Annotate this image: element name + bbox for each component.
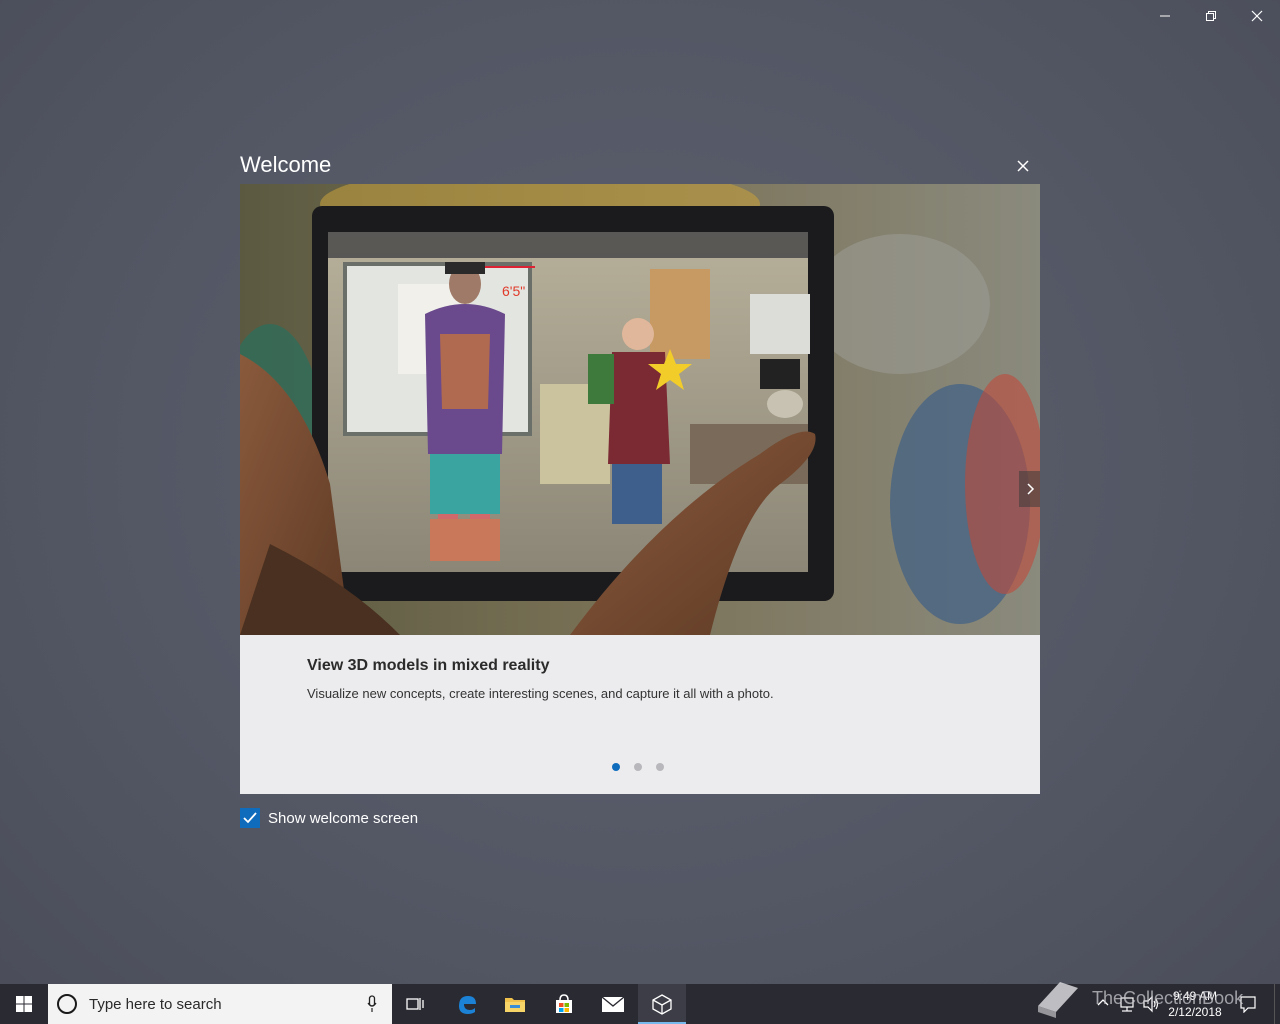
chevron-right-icon xyxy=(1026,483,1034,495)
minimize-button[interactable] xyxy=(1142,0,1188,32)
store-button[interactable] xyxy=(540,984,588,1024)
pager-dot-3[interactable] xyxy=(656,763,664,771)
microphone-icon xyxy=(367,995,377,1012)
next-slide-button[interactable] xyxy=(1019,471,1040,507)
dialog-close-button[interactable] xyxy=(1010,153,1036,179)
3d-viewer-button[interactable] xyxy=(638,984,686,1024)
slide-title: View 3D models in mixed reality xyxy=(307,657,550,674)
edge-icon xyxy=(459,996,476,1014)
cortana-icon xyxy=(57,994,77,1014)
file-explorer-button[interactable] xyxy=(491,984,539,1024)
folder-icon xyxy=(505,998,525,1012)
show-desktop-button[interactable] xyxy=(1274,984,1280,1024)
mail-button[interactable] xyxy=(589,984,637,1024)
task-view-button[interactable] xyxy=(392,984,440,1024)
minimize-icon xyxy=(1160,15,1170,17)
microphone-button[interactable] xyxy=(360,984,384,1024)
slide-description: Visualize new concepts, create interesti… xyxy=(307,686,774,701)
show-welcome-label: Show welcome screen xyxy=(268,809,419,827)
hero-image: 6'5" xyxy=(240,184,1040,635)
slide-card: View 3D models in mixed reality Visualiz… xyxy=(240,635,1040,794)
task-view-icon xyxy=(406,998,424,1010)
pager-dot-1[interactable] xyxy=(612,763,620,771)
restore-button[interactable] xyxy=(1188,0,1234,32)
windows-logo-icon xyxy=(16,996,32,1012)
checkbox-box[interactable] xyxy=(240,808,260,828)
measurement-label: 6'5" xyxy=(502,283,525,299)
watermark-text: TheCollectionBook xyxy=(1092,988,1244,1008)
edge-button[interactable] xyxy=(443,984,491,1024)
close-icon xyxy=(1251,10,1263,22)
start-button[interactable] xyxy=(0,984,48,1024)
store-icon xyxy=(556,994,572,1013)
mail-icon xyxy=(601,996,625,1012)
slide-pager xyxy=(612,763,664,771)
close-icon xyxy=(1017,160,1029,172)
watermark-book-icon xyxy=(1038,982,1078,1018)
show-welcome-checkbox[interactable]: Show welcome screen xyxy=(240,808,418,828)
restore-icon xyxy=(1206,11,1216,21)
checkmark-icon xyxy=(243,812,257,824)
dialog-title: Welcome xyxy=(240,152,332,177)
window-close-button[interactable] xyxy=(1234,0,1280,32)
cube-icon xyxy=(652,994,672,1015)
taskbar: Type here to search 9:49 AM 2/12/2018 xyxy=(0,982,1280,1024)
search-placeholder: Type here to search xyxy=(89,995,222,1013)
pager-dot-2[interactable] xyxy=(634,763,642,771)
taskbar-search[interactable]: Type here to search xyxy=(48,984,392,1024)
